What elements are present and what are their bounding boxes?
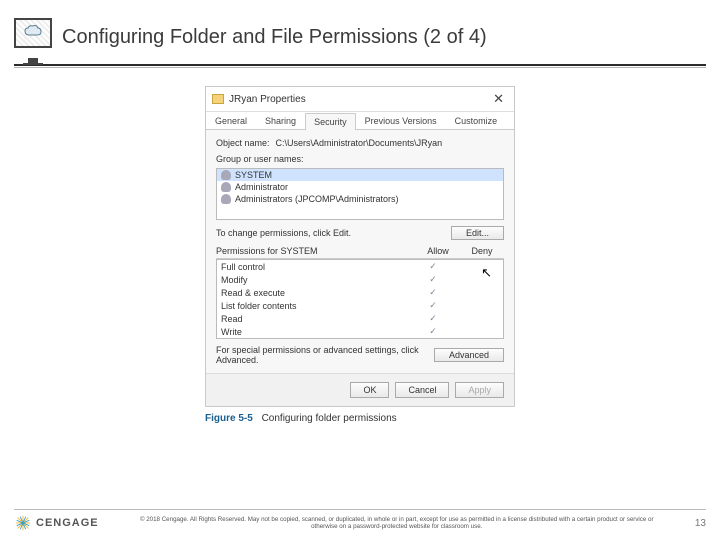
title-divider xyxy=(14,64,706,66)
tab-security[interactable]: Security xyxy=(305,113,356,130)
figure-area: JRyan Properties ✕ General Sharing Secur… xyxy=(0,86,720,424)
cengage-burst-icon xyxy=(14,514,32,532)
dialog-tabs: General Sharing Security Previous Versio… xyxy=(206,112,514,130)
group-users-label: Group or user names: xyxy=(216,154,304,164)
dialog-title: JRyan Properties xyxy=(229,94,489,105)
copyright-text: © 2018 Cengage. All Rights Reserved. May… xyxy=(107,516,687,531)
user-row-system[interactable]: SYSTEM xyxy=(217,169,503,181)
footer-divider xyxy=(14,509,706,510)
slide-title: Configuring Folder and File Permissions … xyxy=(62,26,487,49)
cloud-monitor-icon xyxy=(14,18,52,56)
object-name-value: C:\Users\Administrator\Documents\JRyan xyxy=(276,138,443,148)
perm-row-modify: Modify✓ xyxy=(217,273,503,286)
dialog-titlebar: JRyan Properties ✕ xyxy=(206,87,514,112)
user-icon xyxy=(221,182,231,192)
user-list[interactable]: SYSTEM Administrator Administrators (JPC… xyxy=(216,168,504,220)
dialog-buttons: OK Cancel Apply xyxy=(206,373,514,406)
user-label: Administrator xyxy=(235,182,288,192)
perm-row-read: Read✓ xyxy=(217,312,503,325)
apply-button[interactable]: Apply xyxy=(455,382,504,398)
cengage-wordmark: CENGAGE xyxy=(36,517,99,529)
ok-button[interactable]: OK xyxy=(350,382,389,398)
advanced-hint: For special permissions or advanced sett… xyxy=(216,345,426,365)
permissions-for-label: Permissions for SYSTEM xyxy=(216,246,416,256)
cancel-button[interactable]: Cancel xyxy=(395,382,449,398)
user-row-administrator[interactable]: Administrator xyxy=(217,181,503,193)
check-icon: ✓ xyxy=(411,274,455,285)
check-icon: ✓ xyxy=(411,287,455,298)
tab-customize[interactable]: Customize xyxy=(446,112,507,129)
perm-row-write: Write✓ xyxy=(217,325,503,338)
user-label: SYSTEM xyxy=(235,170,272,180)
cengage-logo: CENGAGE xyxy=(14,514,99,532)
user-row-administrators[interactable]: Administrators (JPCOMP\Administrators) xyxy=(217,193,503,205)
edit-hint: To change permissions, click Edit. xyxy=(216,228,351,238)
edit-button[interactable]: Edit... xyxy=(451,226,504,240)
advanced-button[interactable]: Advanced xyxy=(434,348,504,362)
figure-caption-text: Configuring folder permissions xyxy=(262,413,397,424)
allow-column-label: Allow xyxy=(416,246,460,256)
tab-general[interactable]: General xyxy=(206,112,256,129)
user-icon xyxy=(221,170,231,180)
folder-icon xyxy=(212,94,224,104)
dialog-body: Object name: C:\Users\Administrator\Docu… xyxy=(206,130,514,373)
deny-column-label: Deny xyxy=(460,246,504,256)
tab-previous-versions[interactable]: Previous Versions xyxy=(356,112,446,129)
perm-row-list-contents: List folder contents✓ xyxy=(217,299,503,312)
properties-dialog: JRyan Properties ✕ General Sharing Secur… xyxy=(205,86,515,407)
check-icon: ✓ xyxy=(411,326,455,337)
permissions-list: Full control✓ Modify✓ Read & execute✓ Li… xyxy=(216,259,504,339)
figure-number: Figure 5-5 xyxy=(205,413,253,424)
user-icon xyxy=(221,194,231,204)
close-icon[interactable]: ✕ xyxy=(489,91,508,107)
figure-caption: Figure 5-5 Configuring folder permission… xyxy=(205,413,515,424)
check-icon: ✓ xyxy=(411,313,455,324)
perm-row-full-control: Full control✓ xyxy=(217,260,503,273)
tab-sharing[interactable]: Sharing xyxy=(256,112,305,129)
object-name-label: Object name: xyxy=(216,138,270,148)
title-divider-thin xyxy=(14,67,706,68)
slide-header: Configuring Folder and File Permissions … xyxy=(0,0,720,64)
permissions-header: Permissions for SYSTEM Allow Deny xyxy=(216,244,504,259)
user-label: Administrators (JPCOMP\Administrators) xyxy=(235,194,399,204)
check-icon: ✓ xyxy=(411,300,455,311)
slide-footer: CENGAGE © 2018 Cengage. All Rights Reser… xyxy=(0,509,720,532)
check-icon: ✓ xyxy=(411,261,455,272)
page-number: 13 xyxy=(695,518,706,529)
perm-row-read-execute: Read & execute✓ xyxy=(217,286,503,299)
